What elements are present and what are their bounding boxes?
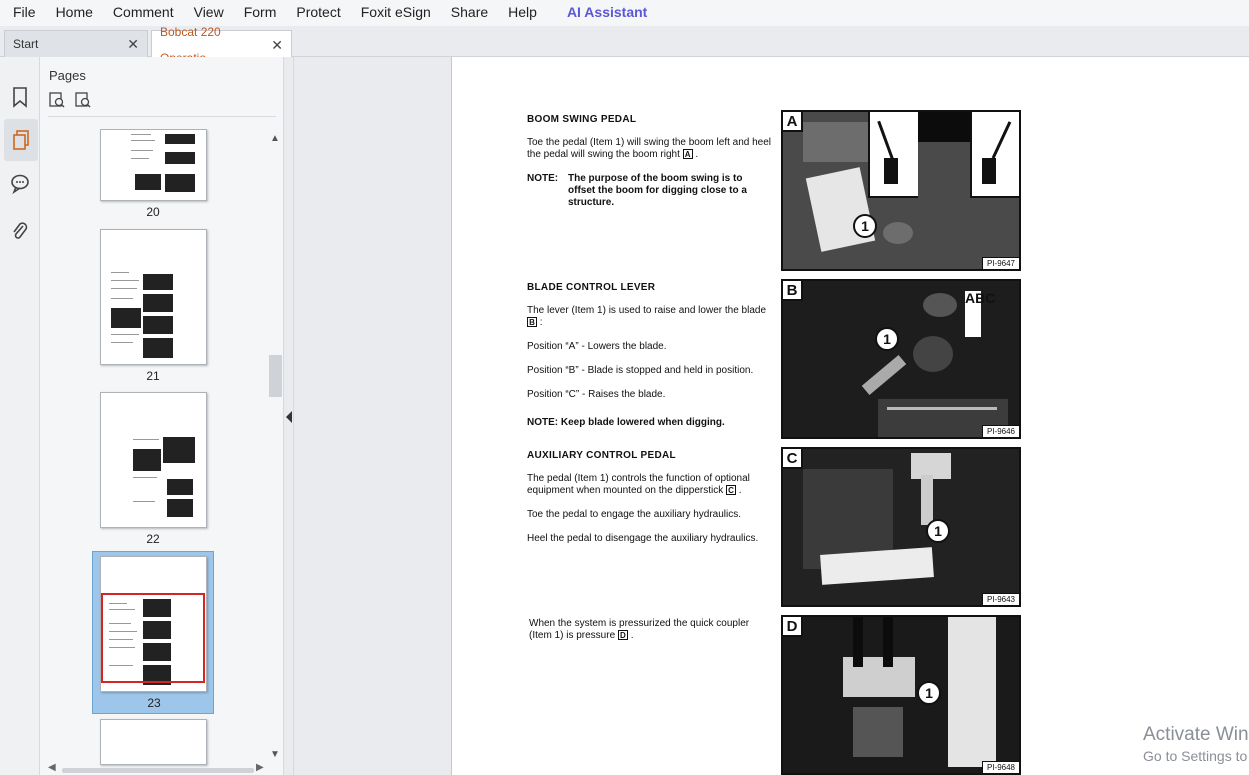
thumbnail-scrollbar[interactable]: ▲ ▼ [268, 129, 282, 765]
section-text: The pedal (Item 1) controls the function… [527, 473, 750, 496]
tab-start[interactable]: Start ✕ [4, 30, 148, 57]
photo-d: D 1 PI-9648 [781, 615, 1021, 775]
menu-ai-assistant[interactable]: AI Assistant [547, 0, 657, 26]
scrollbar-thumb[interactable] [269, 355, 282, 397]
menu-file[interactable]: File [0, 0, 46, 26]
horizontal-scrollbar-thumb[interactable] [62, 768, 254, 773]
scroll-down-icon[interactable]: ▼ [270, 749, 280, 760]
collapse-arrow-icon[interactable] [286, 411, 292, 423]
bookmark-icon[interactable] [6, 81, 34, 113]
thumbnail-page-20[interactable]: 20 [92, 129, 214, 219]
watermark-line-1: Activate Win [1143, 724, 1249, 745]
photo-letter: D [783, 617, 803, 637]
photo-code: PI-9647 [981, 257, 1019, 269]
section-note: NOTE: The purpose of the boom swing is to… [527, 173, 747, 208]
close-icon[interactable]: ✕ [271, 32, 283, 58]
navigation-rail [0, 57, 40, 775]
photo-code: PI-9648 [981, 761, 1019, 773]
position-b-text: Position “B” - Blade is stopped and held… [527, 365, 754, 376]
photo-code: PI-9646 [981, 425, 1019, 437]
inset-lever-2 [970, 112, 1019, 198]
pages-icon[interactable] [4, 119, 38, 161]
thumbnail-page-24[interactable] [92, 719, 214, 765]
menu-protect[interactable]: Protect [286, 0, 350, 26]
pdf-page: BOOM SWING PEDAL Toe the pedal (Item 1) … [451, 57, 1249, 775]
section-text: The lever (Item 1) is used to raise and … [527, 305, 767, 328]
page-zoom-in-icon[interactable] [48, 91, 66, 109]
panel-divider [48, 116, 276, 117]
thumbnail-label: 21 [146, 369, 160, 383]
engage-text: Toe the pedal to engage the auxiliary hy… [527, 509, 742, 520]
tab-bar: Start ✕ Bobcat 220 Operatio... ✕ [0, 25, 1249, 65]
photo-b: ABC B 1 PI-9646 [781, 279, 1021, 439]
menu-share[interactable]: Share [441, 0, 498, 26]
activation-watermark: Activate Win Go to Settings to [1143, 724, 1249, 764]
section-blade-control-lever: BLADE CONTROL LEVER The lever (Item 1) i… [527, 282, 772, 429]
section-auxiliary-control-pedal: AUXILIARY CONTROL PEDAL The pedal (Item … [527, 450, 772, 545]
section-text: Toe the pedal (Item 1) will swing the bo… [527, 137, 772, 160]
panel-toolbar [48, 91, 92, 109]
photo-letter: B [783, 281, 803, 301]
viewport-indicator[interactable] [101, 593, 205, 683]
callout-1: 1 [875, 327, 899, 351]
close-icon[interactable]: ✕ [127, 31, 139, 57]
section-title: AUXILIARY CONTROL PEDAL [527, 450, 676, 461]
document-viewer[interactable]: BOOM SWING PEDAL Toe the pedal (Item 1) … [295, 57, 1249, 775]
thumbnail-label: 23 [147, 696, 161, 710]
position-a-text: Position “A” - Lowers the blade. [527, 341, 667, 352]
photo-letter: A [783, 112, 803, 132]
photo-c: C 1 PI-9643 [781, 447, 1021, 607]
photo-a: A 1 PI-9647 [781, 110, 1021, 271]
menu-help[interactable]: Help [498, 0, 547, 26]
section-title: BOOM SWING PEDAL [527, 114, 637, 125]
section-quick-coupler: When the system is pressurized the quick… [529, 618, 774, 642]
blade-position-letters: ABC [965, 291, 995, 337]
thumbnail-page-23[interactable]: 23 [92, 551, 214, 714]
panel-collapse-handle[interactable] [284, 57, 294, 775]
section-title: BLADE CONTROL LEVER [527, 282, 656, 293]
menu-foxit-esign[interactable]: Foxit eSign [351, 0, 441, 26]
photo-code: PI-9643 [981, 593, 1019, 605]
position-c-text: Position “C” - Raises the blade. [527, 389, 666, 400]
watermark-line-2: Go to Settings to [1143, 748, 1248, 764]
section-text: When the system is pressurized the quick… [529, 618, 750, 641]
thumbnail-label: 22 [146, 532, 160, 546]
panel-title: Pages [49, 68, 86, 83]
scroll-right-icon[interactable]: ▶ [256, 762, 264, 773]
tab-start-label: Start [13, 37, 39, 51]
photo-letter: C [783, 449, 803, 469]
callout-1: 1 [917, 681, 941, 705]
callout-1: 1 [926, 519, 950, 543]
disengage-text: Heel the pedal to disengage the auxiliar… [527, 533, 759, 544]
page-zoom-out-icon[interactable] [74, 91, 92, 109]
inset-lever-1 [868, 112, 918, 198]
menu-home[interactable]: Home [46, 0, 103, 26]
attachment-icon[interactable] [6, 215, 34, 247]
horizontal-scrollbar[interactable]: ◀ ▶ [48, 762, 268, 775]
comment-icon[interactable] [6, 167, 34, 199]
scroll-up-icon[interactable]: ▲ [270, 133, 280, 144]
thumbnail-label: 20 [146, 205, 160, 219]
section-note: NOTE: Keep blade lowered when digging. [527, 417, 725, 428]
pages-panel: Pages 20 21 22 23 ▲ ▼ ◀ ▶ [40, 57, 284, 775]
section-boom-swing-pedal: BOOM SWING PEDAL Toe the pedal (Item 1) … [527, 114, 772, 209]
thumbnail-page-22[interactable]: 22 [92, 392, 214, 546]
tab-document[interactable]: Bobcat 220 Operatio... ✕ [151, 25, 292, 65]
thumbnail-page-21[interactable]: 21 [92, 229, 214, 383]
callout-1: 1 [853, 214, 877, 238]
scroll-left-icon[interactable]: ◀ [48, 762, 56, 773]
